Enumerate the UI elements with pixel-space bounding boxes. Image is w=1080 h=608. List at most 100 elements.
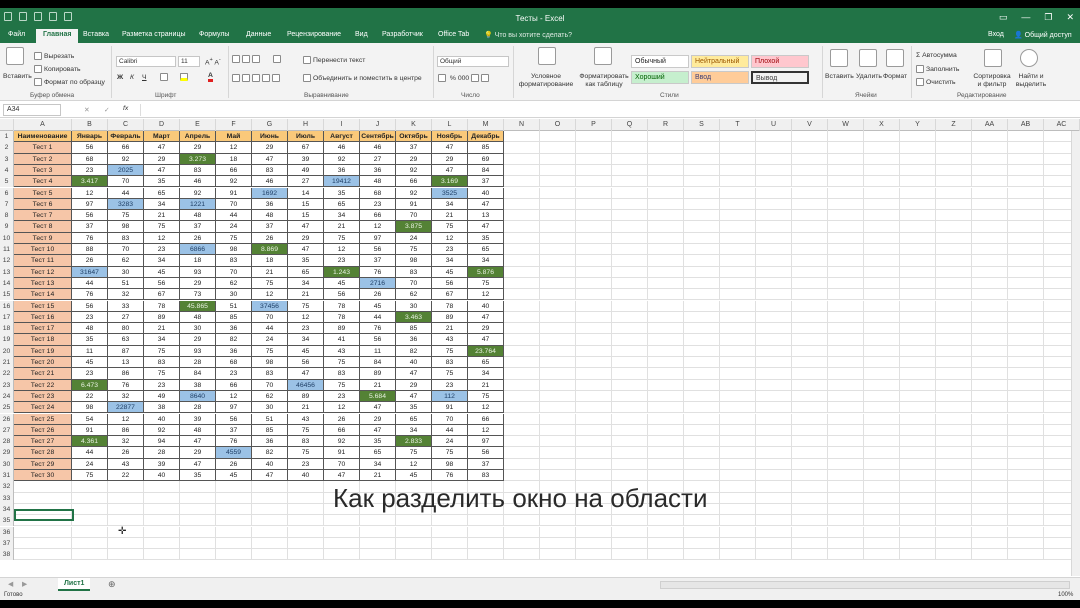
cell[interactable] [900,447,936,459]
cell[interactable]: 34 [468,255,504,267]
cell[interactable] [576,515,612,527]
cell[interactable]: 35 [360,436,396,448]
cell[interactable]: 34 [288,334,324,346]
cell[interactable] [828,142,864,154]
cell[interactable] [504,266,540,278]
cell[interactable] [936,549,972,561]
cell[interactable] [792,210,828,222]
cell[interactable]: 83 [108,232,144,244]
cell[interactable] [684,300,720,312]
row-name-cell[interactable]: Тест 29 [14,458,72,470]
cell[interactable] [504,289,540,301]
cell[interactable]: 47 [288,368,324,380]
cell[interactable] [972,221,1008,233]
row-header[interactable]: 8 [0,210,14,222]
cell[interactable]: 21 [360,470,396,482]
cell[interactable] [972,447,1008,459]
copy-button[interactable]: Копировать [34,65,81,73]
cell[interactable] [972,357,1008,369]
cell[interactable]: 12 [252,289,288,301]
cell[interactable] [432,526,468,538]
cell[interactable] [936,176,972,188]
cell[interactable] [288,481,324,493]
cell[interactable] [900,277,936,290]
cell[interactable] [756,300,792,312]
cell[interactable]: 12 [432,232,468,244]
cell[interactable]: 23 [144,379,180,391]
cell[interactable] [576,470,612,482]
cell[interactable]: 83 [180,164,216,177]
cell[interactable]: 12 [324,244,360,256]
cell[interactable] [900,266,936,278]
cell[interactable] [612,413,648,425]
cell[interactable] [612,198,648,211]
row-header[interactable]: 24 [0,390,14,403]
restore-icon[interactable]: ❐ [1044,12,1052,23]
cell[interactable]: 12 [324,402,360,414]
cell[interactable] [936,210,972,222]
column-header[interactable]: N [504,119,540,131]
cell[interactable]: 12 [396,458,432,470]
cell[interactable]: 21 [144,323,180,335]
cell[interactable] [1008,255,1044,267]
cell[interactable] [684,255,720,267]
format-cells-button[interactable]: Формат [883,73,907,80]
row-header[interactable]: 30 [0,458,14,470]
cell[interactable]: 34 [432,255,468,267]
cell[interactable] [360,515,396,527]
cell[interactable] [576,210,612,222]
find-select-button[interactable]: Найти и выделить [1013,73,1049,89]
cell[interactable] [720,357,756,369]
cell[interactable] [684,244,720,256]
cell[interactable] [792,255,828,267]
cell[interactable]: 8640 [180,390,216,403]
cell[interactable] [972,390,1008,403]
cell[interactable]: 30 [108,266,144,278]
cell[interactable] [648,537,684,550]
cell[interactable] [612,379,648,391]
cell[interactable]: 43 [432,334,468,346]
cell[interactable]: 56 [72,142,108,154]
cell[interactable] [576,357,612,369]
enter-icon[interactable]: ✓ [104,106,110,114]
row-header[interactable]: 19 [0,334,14,346]
cell[interactable]: 35 [396,402,432,414]
cell[interactable]: 78 [324,300,360,312]
cell[interactable] [72,481,108,493]
row-header[interactable]: 20 [0,345,14,357]
cell[interactable]: 68 [216,357,252,369]
cell[interactable]: 47 [252,470,288,482]
cell[interactable] [504,379,540,391]
cell[interactable]: 3283 [108,198,144,211]
cell[interactable] [864,153,900,165]
cell[interactable]: 97 [216,402,252,414]
cell[interactable]: 83 [288,436,324,448]
cell[interactable]: 23 [324,390,360,403]
column-header[interactable]: G [252,119,288,131]
cell[interactable]: 44 [432,424,468,437]
cell[interactable] [720,470,756,482]
cell[interactable]: 37 [468,176,504,188]
cell[interactable] [756,131,792,143]
cell[interactable] [144,526,180,538]
cell[interactable] [1008,526,1044,538]
cell[interactable]: 75 [432,345,468,357]
cell[interactable] [648,458,684,470]
cell[interactable]: 26 [252,232,288,244]
cell[interactable]: 83 [144,357,180,369]
cell[interactable] [792,277,828,290]
cell[interactable]: 24 [72,458,108,470]
cell[interactable] [108,515,144,527]
cell[interactable] [216,549,252,561]
cell[interactable] [1008,232,1044,244]
cell[interactable]: 56 [288,357,324,369]
cell[interactable]: 47 [180,436,216,448]
cell[interactable] [720,187,756,199]
cell[interactable] [576,198,612,211]
cell[interactable] [684,390,720,403]
cell[interactable]: 29 [144,153,180,165]
vertical-scrollbar[interactable] [1071,131,1080,576]
cell[interactable] [612,357,648,369]
cell[interactable]: 45 [360,300,396,312]
cell[interactable]: 89 [288,390,324,403]
